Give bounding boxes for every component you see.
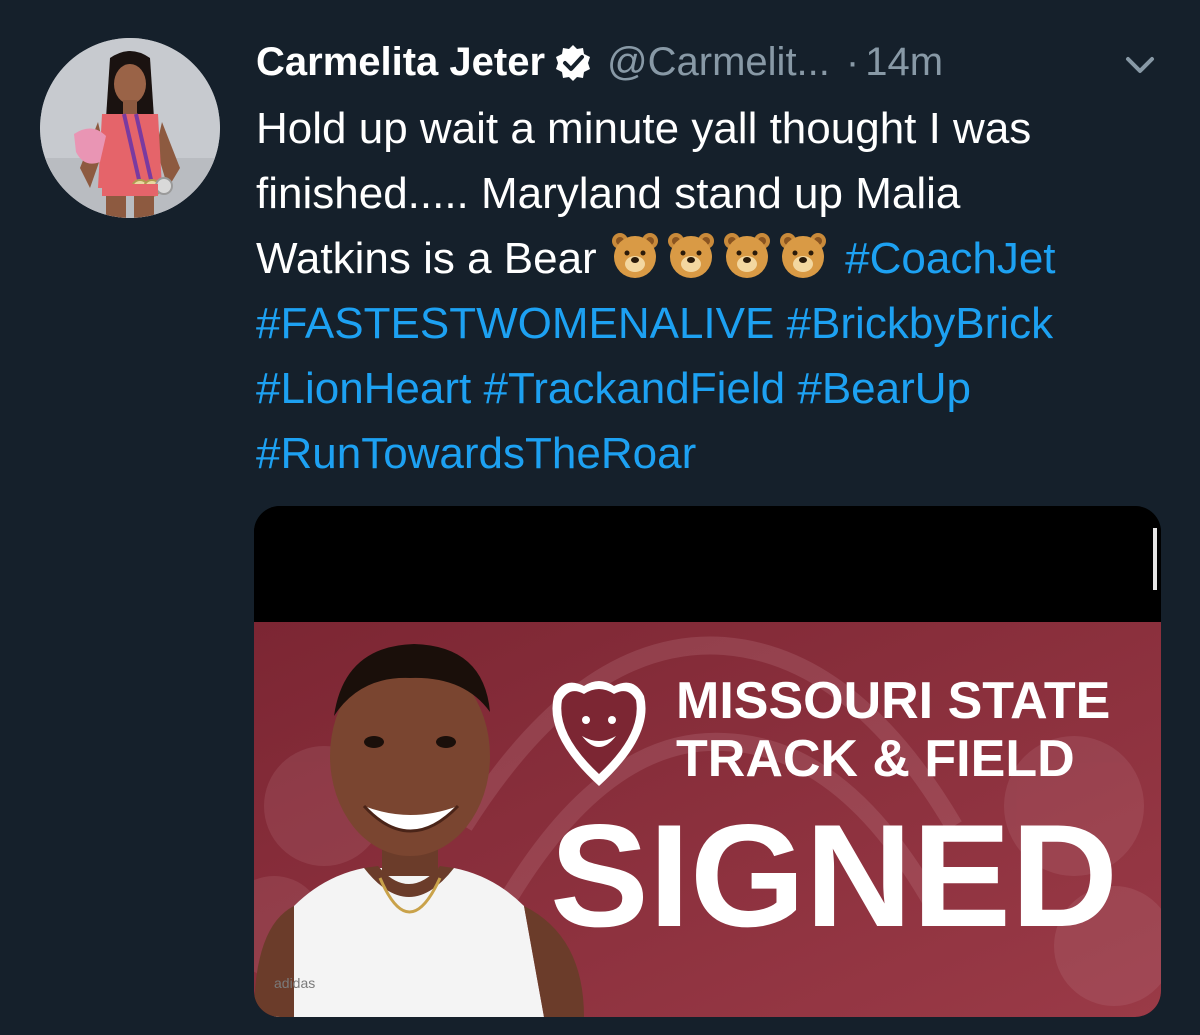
hashtag-link[interactable]: #TrackandField	[484, 364, 786, 413]
tweet-text-segment: Watkins is a Bear	[256, 234, 597, 283]
media-headline-line2: TRACK & FIELD	[676, 730, 1075, 788]
media-status-text: SIGNED	[550, 794, 1118, 957]
author-name[interactable]: Carmelita Jeter	[256, 34, 545, 90]
tweet-header: Carmelita Jeter @Carmelit... · 14m	[256, 34, 1160, 90]
tweet-text-line: #LionHeart #TrackandField #BearUp	[256, 356, 1166, 421]
tweet-text: Hold up wait a minute yall thought I was…	[256, 96, 1166, 486]
media-image: MISSOURI STATE TRACK & FIELD SIGNED adid…	[254, 506, 1161, 1017]
author-handle[interactable]: @Carmelit...	[607, 34, 830, 90]
avatar-image	[40, 38, 220, 218]
bear-emoji-group	[609, 233, 845, 283]
hashtag-link[interactable]: #LionHeart	[256, 364, 471, 413]
verified-badge-icon	[553, 42, 593, 82]
bear-face-emoji-icon	[779, 233, 826, 278]
tweet-text-line: #FASTESTWOMENALIVE #BrickbyBrick	[256, 291, 1166, 356]
bear-face-emoji-icon	[723, 233, 770, 278]
media-headline-line1: MISSOURI STATE	[676, 672, 1110, 730]
separator-dot: ·	[845, 40, 860, 84]
avatar[interactable]	[40, 38, 220, 218]
hashtag-link[interactable]: #RunTowardsTheRoar	[256, 429, 696, 478]
bear-face-emoji-icon	[667, 233, 714, 278]
bear-face-emoji-icon	[611, 233, 658, 278]
hashtag-link[interactable]: #FASTESTWOMENALIVE	[256, 299, 774, 348]
chevron-down-icon[interactable]	[1120, 44, 1160, 84]
shirt-brand-text: adidas	[274, 975, 315, 991]
hashtag-link[interactable]: #BrickbyBrick	[787, 299, 1054, 348]
tweet-text-line: #RunTowardsTheRoar	[256, 421, 1166, 486]
hashtag-link[interactable]: #BearUp	[797, 364, 971, 413]
tweet-text-line: Watkins is a Bear #CoachJet	[256, 226, 1166, 291]
tweet-media[interactable]: MISSOURI STATE TRACK & FIELD SIGNED adid…	[254, 506, 1161, 1017]
tweet-timestamp[interactable]: 14m	[865, 34, 943, 90]
tweet-text-line: finished..... Maryland stand up Malia	[256, 169, 961, 218]
tweet-text-line: Hold up wait a minute yall thought I was	[256, 104, 1032, 153]
hashtag-link[interactable]: #CoachJet	[845, 234, 1055, 283]
